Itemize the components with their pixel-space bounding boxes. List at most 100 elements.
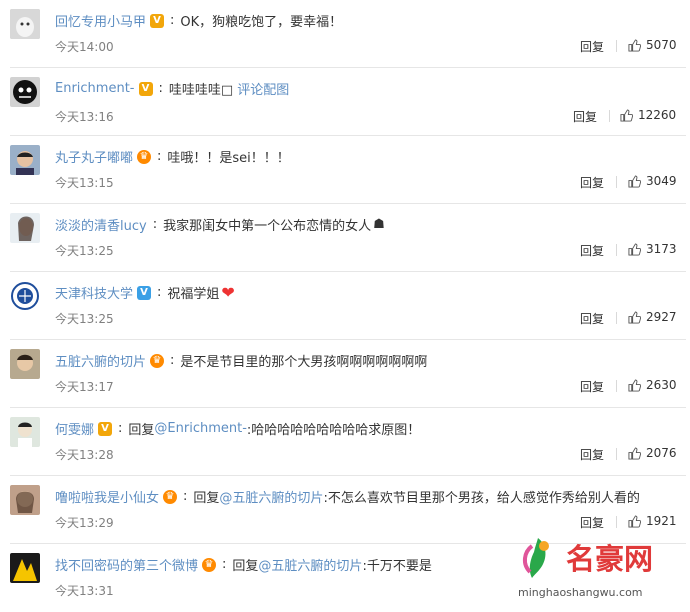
- comment-item: 丸子丸子嘟嘟 ♛ : 哇哦！！是sei！！！ 今天13:15 回复 3049: [0, 136, 690, 204]
- colon: :: [118, 421, 123, 436]
- avatar[interactable]: [10, 417, 40, 447]
- username-link[interactable]: 回忆专用小马甲: [55, 11, 146, 30]
- like-button[interactable]: 2927: [628, 310, 677, 324]
- member-crown-icon: ♛: [150, 353, 165, 368]
- username-link[interactable]: 丸子丸子嘟嘟: [55, 147, 133, 166]
- reply-prefix: 回复: [232, 559, 259, 574]
- timestamp: 今天13:15: [55, 176, 114, 190]
- divider: [616, 40, 617, 52]
- thumbs-up-icon: [628, 514, 641, 528]
- comment-text: 哇哇哇哇□: [168, 83, 234, 98]
- comment-text: 是不是节目里的那个大男孩啊啊啊啊啊啊啊: [180, 355, 428, 370]
- mention-link[interactable]: @五脏六腑的切片: [219, 487, 323, 506]
- comment-item: 回忆专用小马甲 V : OK，狗粮吃饱了，要幸福！ 今天14:00 回复 507…: [0, 0, 690, 68]
- reply-button[interactable]: 回复: [573, 108, 597, 125]
- avatar[interactable]: [10, 213, 40, 243]
- colon: :: [157, 149, 162, 164]
- heart-emoji-icon: ❤: [221, 283, 235, 302]
- username-link[interactable]: Enrichment-: [55, 81, 135, 96]
- username-link[interactable]: 何雯娜: [55, 419, 94, 438]
- colon: :: [183, 489, 188, 504]
- like-count: 12260: [638, 108, 677, 122]
- username-link[interactable]: 找不回密码的第三个微博: [55, 555, 198, 574]
- like-count: 2927: [646, 310, 677, 324]
- comment-text: :不怎么喜欢节目里那个男孩，给人感觉作秀给别人看的: [323, 491, 640, 506]
- watermark-url: minghaoshangwu.com: [518, 586, 643, 599]
- like-button[interactable]: 2076: [628, 446, 677, 460]
- colon: :: [152, 217, 158, 232]
- verified-badge-icon: V: [138, 81, 153, 96]
- thumbs-up-icon: [628, 174, 641, 188]
- site-logo-icon: [523, 538, 549, 578]
- thumbs-up-icon: [628, 38, 641, 52]
- thumbs-up-icon: [620, 108, 633, 122]
- divider: [616, 312, 617, 324]
- member-crown-icon: ♛: [202, 557, 217, 572]
- comment-text: OK，狗粮吃饱了，要幸福！: [180, 15, 343, 30]
- colon: :: [170, 353, 175, 368]
- mention-link[interactable]: @Enrichment-: [154, 421, 247, 436]
- like-button[interactable]: 5070: [628, 38, 677, 52]
- colon: :: [170, 13, 175, 28]
- colon: :: [157, 285, 162, 300]
- timestamp: 今天13:25: [55, 244, 114, 258]
- like-count: 2076: [646, 446, 677, 460]
- comment-item: Enrichment- V : 哇哇哇哇□ 评论配图 今天13:16 回复 12…: [0, 68, 690, 136]
- member-crown-icon: ♛: [163, 489, 178, 504]
- divider: [616, 448, 617, 460]
- like-count: 5070: [646, 38, 677, 52]
- username-link[interactable]: 淡淡的清香lucy: [55, 215, 147, 234]
- avatar[interactable]: [10, 9, 40, 39]
- like-count: 3049: [646, 174, 677, 188]
- comment-text: 我家那闺女中第一个公布恋情的女人: [163, 219, 372, 234]
- comment-item: 何雯娜 V : 回复 @Enrichment- :哈哈哈哈哈哈哈哈哈求原图！ 今…: [0, 408, 690, 476]
- avatar[interactable]: [10, 485, 40, 515]
- reply-button[interactable]: 回复: [580, 378, 604, 395]
- member-crown-icon: ♛: [137, 149, 152, 164]
- avatar[interactable]: [10, 281, 40, 311]
- like-button[interactable]: 1921: [628, 514, 677, 528]
- timestamp: 今天13:17: [55, 380, 114, 394]
- username-link[interactable]: 五脏六腑的切片: [55, 351, 146, 370]
- divider: [616, 380, 617, 392]
- mention-link[interactable]: @五脏六腑的切片: [258, 555, 362, 574]
- thumbs-up-icon: [628, 378, 641, 392]
- colon: :: [222, 557, 227, 572]
- username-link[interactable]: 天津科技大学: [55, 283, 133, 302]
- thumbs-up-icon: [628, 446, 641, 460]
- avatar[interactable]: [10, 77, 40, 107]
- like-button[interactable]: 2630: [628, 378, 677, 392]
- reply-button[interactable]: 回复: [580, 514, 604, 531]
- avatar[interactable]: [10, 553, 40, 583]
- person-emoji-icon: ☗: [373, 217, 385, 232]
- verified-badge-icon: V: [98, 421, 113, 436]
- thumbs-up-icon: [628, 310, 641, 324]
- watermark-title: 名豪网: [566, 542, 654, 576]
- like-button[interactable]: 12260: [620, 108, 676, 122]
- comment-item: 淡淡的清香lucy : 我家那闺女中第一个公布恋情的女人 ☗ 今天13:25 回…: [0, 204, 690, 272]
- reply-prefix: 回复: [128, 423, 155, 438]
- reply-button[interactable]: 回复: [580, 446, 604, 463]
- reply-button[interactable]: 回复: [580, 174, 604, 191]
- comment-text: :哈哈哈哈哈哈哈哈哈求原图！: [246, 423, 421, 438]
- timestamp: 今天13:16: [55, 110, 114, 124]
- like-button[interactable]: 3173: [628, 242, 677, 256]
- comment-item: 天津科技大学 V : 祝福学姐 ❤ 今天13:25 回复 2927: [0, 272, 690, 340]
- comment-text: 祝福学姐: [167, 287, 220, 302]
- comment-text: :千万不要是: [362, 559, 432, 574]
- like-button[interactable]: 3049: [628, 174, 677, 188]
- timestamp: 今天13:25: [55, 312, 114, 326]
- image-link[interactable]: 评论配图: [237, 79, 289, 98]
- divider: [609, 110, 610, 122]
- avatar[interactable]: [10, 349, 40, 379]
- like-count: 2630: [646, 378, 677, 392]
- reply-button[interactable]: 回复: [580, 38, 604, 55]
- username-link[interactable]: 噜啦啦我是小仙女: [55, 487, 159, 506]
- reply-button[interactable]: 回复: [580, 242, 604, 259]
- site-watermark: 名豪网 minghaoshangwu.com: [510, 530, 690, 606]
- comment-item: 五脏六腑的切片 ♛ : 是不是节目里的那个大男孩啊啊啊啊啊啊啊 今天13:17 …: [0, 340, 690, 408]
- reply-prefix: 回复: [193, 491, 220, 506]
- avatar[interactable]: [10, 145, 40, 175]
- reply-button[interactable]: 回复: [580, 310, 604, 327]
- thumbs-up-icon: [628, 242, 641, 256]
